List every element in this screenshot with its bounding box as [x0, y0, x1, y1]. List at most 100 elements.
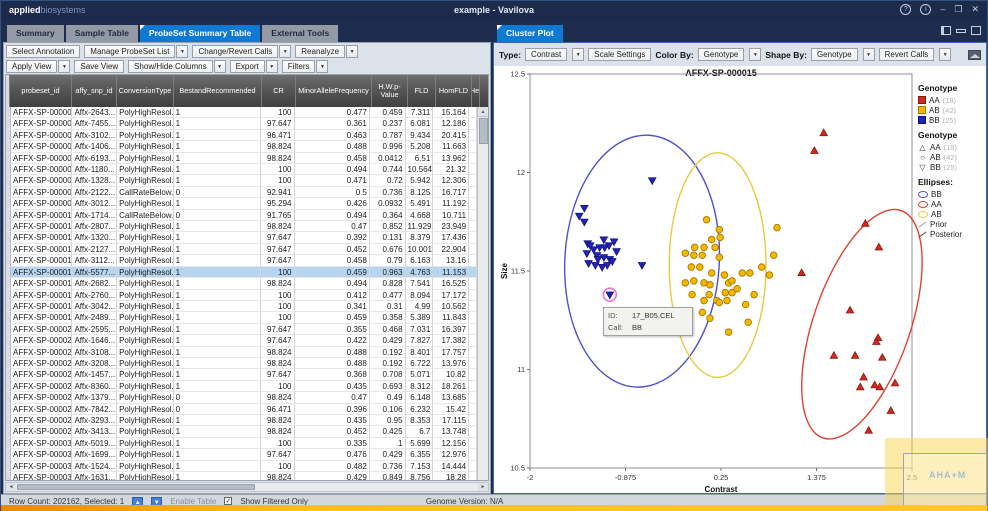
- point-BB[interactable]: [638, 262, 645, 269]
- table-row[interactable]: AFFX-SP-000022Affx-3108...PolyHighResol.…: [6, 347, 477, 358]
- table-row[interactable]: AFFX-SP-000023Affx-3208...PolyHighResol.…: [6, 358, 477, 369]
- point-BB[interactable]: [606, 292, 613, 299]
- point-AA[interactable]: [846, 306, 853, 313]
- point-AA[interactable]: [830, 352, 837, 359]
- point-AB[interactable]: [707, 281, 714, 288]
- table-row[interactable]: AFFX-SP-000013Affx-2127...PolyHighResol.…: [6, 244, 477, 255]
- table-row[interactable]: AFFX-SP-000031Affx-1699...PolyHighResol.…: [6, 449, 477, 460]
- tab-sample-table[interactable]: Sample Table: [66, 25, 138, 42]
- point-AA[interactable]: [798, 269, 805, 276]
- point-AB[interactable]: [722, 289, 729, 296]
- type-select[interactable]: Contrast: [525, 48, 567, 61]
- point-AA[interactable]: [875, 243, 882, 250]
- point-AA[interactable]: [860, 373, 867, 380]
- chevron-down-icon[interactable]: ▼: [266, 60, 278, 73]
- save-view-button[interactable]: Save View: [74, 60, 124, 73]
- scrollbar-thumb[interactable]: [17, 484, 255, 490]
- table-row[interactable]: AFFX-SP-000027Affx-7842...PolyHighResol.…: [6, 404, 477, 415]
- point-AB[interactable]: [682, 250, 689, 257]
- point-AB[interactable]: [716, 299, 723, 306]
- point-AB[interactable]: [712, 244, 719, 251]
- table-row[interactable]: AFFX-SP-000011Affx-2807...PolyHighResol.…: [6, 221, 477, 232]
- table-row[interactable]: AFFX-SP-000030Affx-5019...PolyHighResol.…: [6, 438, 477, 449]
- chevron-down-icon[interactable]: ▼: [572, 48, 584, 61]
- scroll-right-icon[interactable]: ►: [478, 483, 488, 491]
- chevron-down-icon[interactable]: ▼: [939, 48, 951, 61]
- manage-probeset-list-button[interactable]: Manage ProbeSet List: [84, 45, 175, 58]
- table-row[interactable]: AFFX-SP-000002Affx-7455...PolyHighResol.…: [6, 118, 477, 129]
- point-AA[interactable]: [865, 427, 872, 434]
- restore-button[interactable]: ❒: [954, 4, 962, 15]
- cluster-scatter-plot[interactable]: -2-0.8750.251.3752.510.51111.51212.5Cont…: [494, 66, 986, 495]
- point-AB[interactable]: [739, 270, 746, 277]
- point-BB[interactable]: [581, 219, 588, 226]
- point-AB[interactable]: [701, 244, 708, 251]
- table-row[interactable]: AFFX-SP-000017Affx-2760...PolyHighResol.…: [6, 290, 477, 301]
- point-BB[interactable]: [583, 251, 590, 258]
- point-AB[interactable]: [742, 301, 749, 308]
- column-header-probeset-id[interactable]: probeset_id: [10, 75, 72, 107]
- export-image-icon[interactable]: [968, 50, 981, 60]
- point-AB[interactable]: [716, 226, 723, 233]
- chevron-down-icon[interactable]: ▼: [58, 60, 70, 73]
- table-row[interactable]: AFFX-SP-000012Affx-1320...PolyHighResol.…: [6, 232, 477, 243]
- point-AB[interactable]: [724, 297, 731, 304]
- table-row[interactable]: AFFX-SP-000018Affx-3042...PolyHighResol.…: [6, 301, 477, 312]
- tab-cluster-plot[interactable]: Cluster Plot: [497, 25, 563, 42]
- change-revert-calls-button[interactable]: Change/Revert Calls: [192, 45, 278, 58]
- point-AB[interactable]: [691, 278, 698, 285]
- table-row[interactable]: AFFX-SP-000004Affx-1406...PolyHighResol.…: [6, 141, 477, 152]
- table-row[interactable]: AFFX-SP-000014Affx-3112...PolyHighResol.…: [6, 255, 477, 266]
- table-row[interactable]: AFFX-SP-000008Affx-2122...CallRateBelow.…: [6, 187, 477, 198]
- revert-calls-button[interactable]: Revert Calls: [879, 48, 935, 61]
- point-AB[interactable]: [721, 272, 728, 279]
- point-AB[interactable]: [729, 278, 736, 285]
- point-AB[interactable]: [701, 297, 708, 304]
- chevron-down-icon[interactable]: ▼: [749, 48, 761, 61]
- scroll-up-icon[interactable]: ▲: [478, 107, 488, 117]
- scroll-left-icon[interactable]: ◄: [6, 483, 16, 491]
- point-AB[interactable]: [703, 216, 710, 223]
- point-BB[interactable]: [649, 178, 656, 185]
- filters-button[interactable]: Filters: [282, 60, 316, 73]
- minimize-panel-icon[interactable]: [956, 29, 966, 33]
- show-hide-columns-button[interactable]: Show/Hide Columns: [128, 60, 212, 73]
- close-button[interactable]: ✕: [971, 4, 979, 15]
- chevron-down-icon[interactable]: ▼: [346, 45, 358, 58]
- table-row[interactable]: AFFX-SP-000003Affx-3102...PolyHighResol.…: [6, 130, 477, 141]
- point-AB[interactable]: [708, 236, 715, 243]
- minimize-button[interactable]: –: [940, 4, 945, 15]
- maximize-panel-icon[interactable]: [971, 26, 981, 35]
- scrollbar-thumb[interactable]: [479, 118, 488, 144]
- point-AB[interactable]: [751, 291, 758, 298]
- point-AB[interactable]: [716, 254, 723, 261]
- point-AB[interactable]: [747, 270, 754, 277]
- split-view-icon[interactable]: [941, 26, 951, 35]
- vertical-scrollbar[interactable]: ▲: [477, 107, 488, 480]
- column-header-cr[interactable]: CR: [262, 75, 296, 107]
- table-row[interactable]: AFFX-SP-000021Affx-1646...PolyHighResol.…: [6, 335, 477, 346]
- column-header-fld[interactable]: FLD: [408, 75, 436, 107]
- table-row[interactable]: AFFX-SP-000026Affx-1379...PolyHighResol.…: [6, 392, 477, 403]
- table-row[interactable]: AFFX-SP-000015Affx-5577...PolyHighResol.…: [6, 267, 477, 278]
- table-row[interactable]: AFFX-SP-000028Affx-3293...PolyHighResol.…: [6, 415, 477, 426]
- point-AB[interactable]: [774, 224, 781, 231]
- point-AB[interactable]: [691, 244, 698, 251]
- point-BB[interactable]: [581, 205, 588, 212]
- point-AA[interactable]: [862, 220, 869, 227]
- point-AB[interactable]: [708, 270, 715, 277]
- table-row[interactable]: AFFX-SP-000032Affx-1524...PolyHighResol.…: [6, 461, 477, 472]
- point-AB[interactable]: [699, 252, 706, 259]
- column-header-affy-snp-id[interactable]: affy_snp_id: [72, 75, 117, 107]
- point-AB[interactable]: [745, 319, 752, 326]
- column-header-h-w-p-value[interactable]: H.W.p-Value: [372, 75, 408, 107]
- chevron-down-icon[interactable]: ▼: [279, 45, 291, 58]
- tab-external-tools[interactable]: External Tools: [262, 25, 338, 42]
- point-AB[interactable]: [696, 264, 703, 271]
- point-BB[interactable]: [585, 261, 592, 268]
- info-icon[interactable]: i: [920, 4, 931, 15]
- point-AB[interactable]: [734, 285, 741, 292]
- column-header-homfld[interactable]: HomFLD: [436, 75, 472, 107]
- reanalyze-button[interactable]: Reanalyze: [295, 45, 345, 58]
- point-AB[interactable]: [766, 272, 773, 279]
